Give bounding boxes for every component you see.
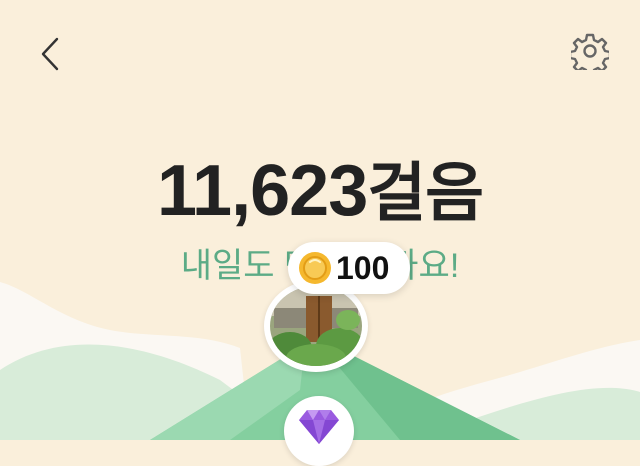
back-button[interactable] (34, 34, 66, 74)
step-count-value: 11,623 (156, 151, 368, 231)
gem-icon (299, 410, 339, 444)
coin-amount: 100 (336, 249, 390, 286)
step-unit: 걸음 (367, 157, 484, 231)
coin-reward-bubble[interactable]: 100 (288, 242, 410, 294)
gem-marker[interactable] (284, 396, 354, 466)
coin-icon (299, 252, 331, 284)
chevron-left-icon (41, 37, 59, 71)
settings-button[interactable] (566, 30, 614, 72)
step-count: 11,623걸음 (0, 148, 640, 237)
landmark-photo (270, 286, 362, 366)
gear-icon (571, 33, 609, 70)
